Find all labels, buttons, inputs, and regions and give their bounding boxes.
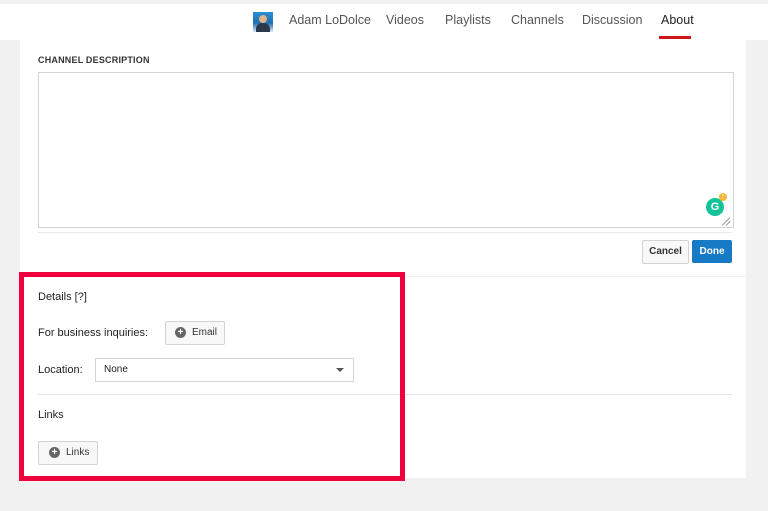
done-button[interactable]: Done (692, 240, 732, 263)
description-divider (38, 232, 732, 233)
avatar-torso (256, 23, 270, 32)
channel-name-link[interactable]: Adam LoDolce (289, 13, 371, 27)
active-tab-indicator (659, 36, 691, 39)
channel-description-textarea[interactable] (38, 72, 734, 228)
channel-nav-bar: Adam LoDolce Videos Playlists Channels D… (0, 0, 768, 40)
channel-description-card: CHANNEL DESCRIPTION G ! Cancel Done (20, 40, 746, 276)
tab-videos[interactable]: Videos (386, 13, 424, 27)
tab-about[interactable]: About (661, 13, 694, 27)
top-strip (0, 0, 768, 4)
grammarly-badge-icon: ! (719, 193, 727, 201)
tab-playlists[interactable]: Playlists (445, 13, 491, 27)
channel-avatar[interactable] (253, 12, 273, 32)
cancel-button[interactable]: Cancel (642, 240, 689, 264)
tab-channels[interactable]: Channels (511, 13, 564, 27)
highlight-box (19, 272, 405, 481)
avatar-head (259, 15, 267, 23)
channel-description-title: CHANNEL DESCRIPTION (38, 55, 150, 65)
tab-discussion[interactable]: Discussion (582, 13, 642, 27)
resize-handle-icon[interactable] (721, 217, 731, 226)
